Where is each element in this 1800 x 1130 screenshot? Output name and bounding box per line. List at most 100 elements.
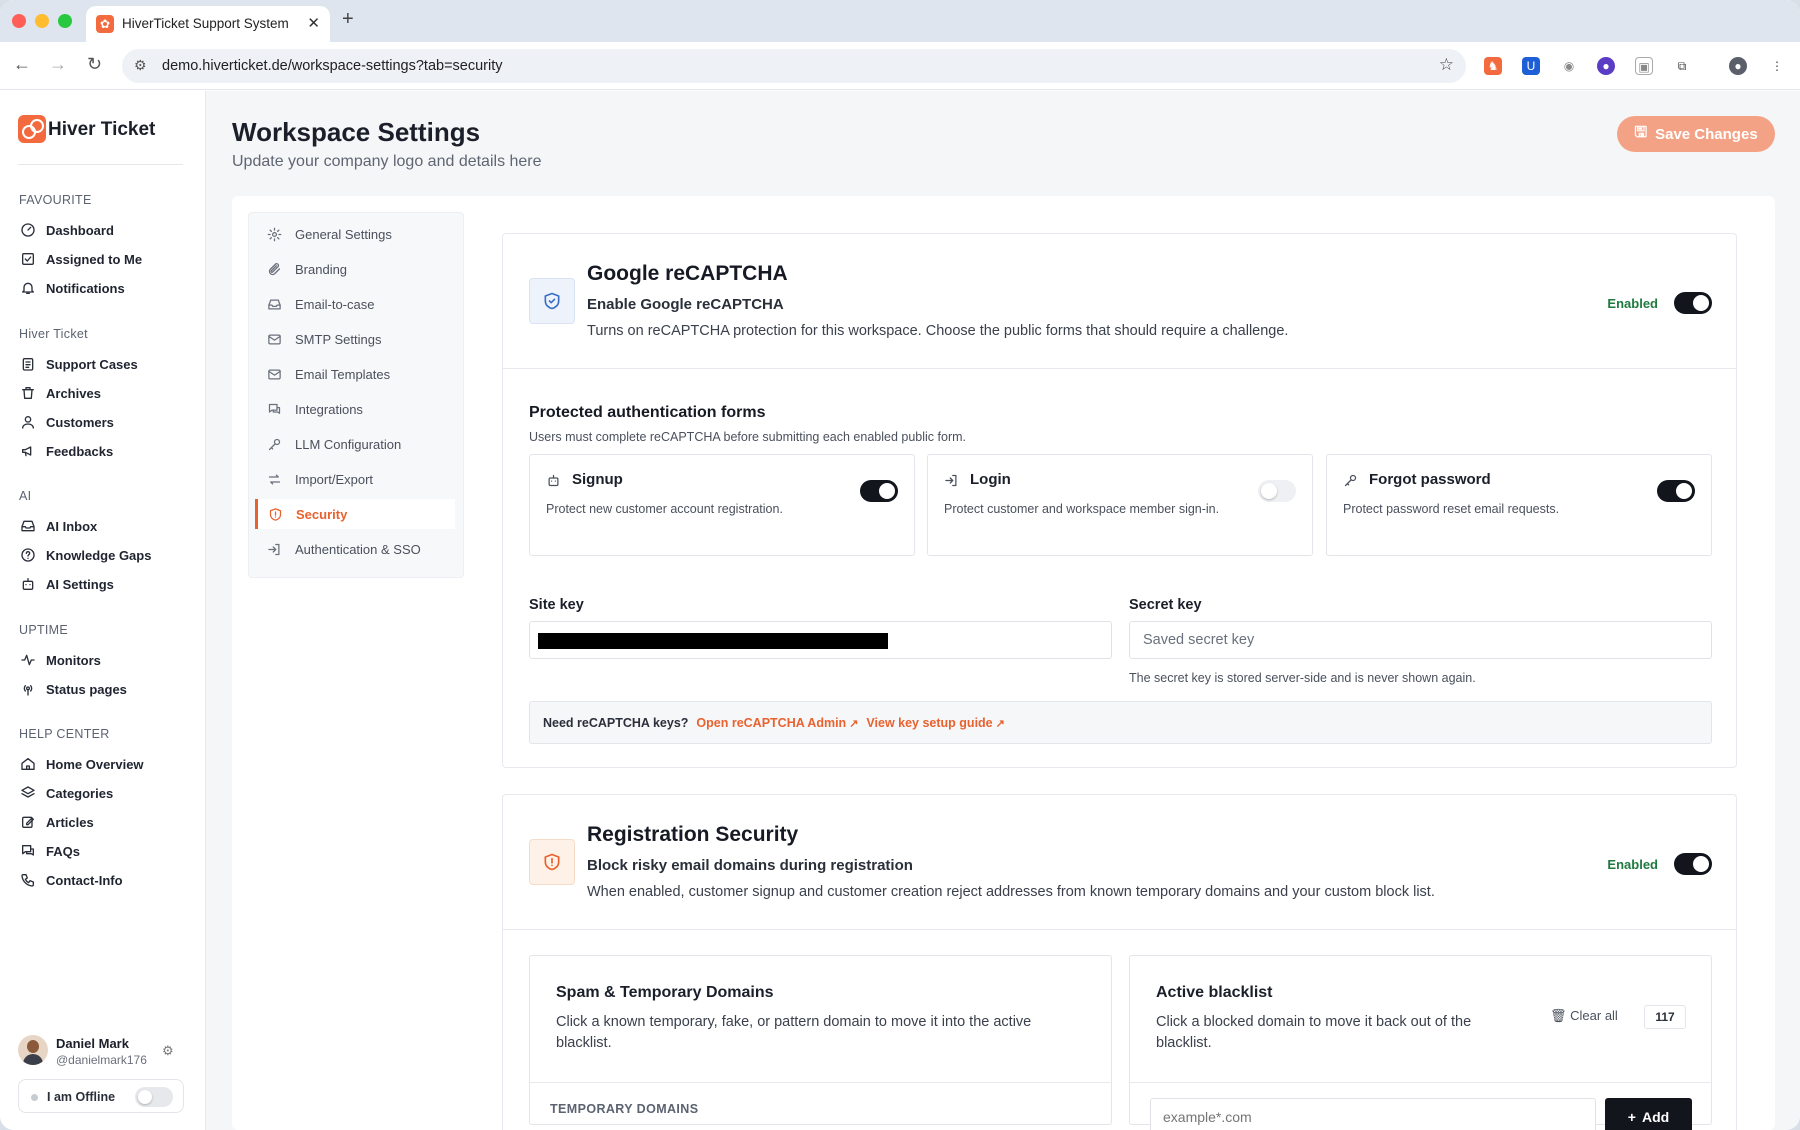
sidebar-item-dashboard[interactable]: Dashboard xyxy=(19,219,114,241)
sidebar-item-feedbacks[interactable]: Feedbacks xyxy=(19,440,113,462)
settings-menu-llm[interactable]: LLM Configuration xyxy=(257,429,457,459)
inbox-icon xyxy=(267,297,283,312)
open-recaptcha-admin-link[interactable]: Open reCAPTCHA Admin ↗ xyxy=(696,716,858,730)
bookmark-star-icon[interactable]: ☆ xyxy=(1439,55,1454,75)
settings-menu-email-templates[interactable]: Email Templates xyxy=(257,359,457,389)
megaphone-icon xyxy=(19,443,36,460)
sidebar-item-label: Dashboard xyxy=(46,222,114,238)
extension-circle-icon[interactable]: ● xyxy=(1597,57,1615,75)
site-settings-icon[interactable]: ⚙ xyxy=(134,57,147,74)
profile-avatar-icon[interactable]: ● xyxy=(1729,57,1747,75)
browser-tab[interactable]: ✿ HiverTicket Support System ✕ xyxy=(86,6,330,42)
trash-icon xyxy=(19,385,36,402)
status-label: I am Offline xyxy=(47,1090,116,1104)
login-toggle[interactable] xyxy=(1258,480,1296,502)
close-tab-icon[interactable]: ✕ xyxy=(307,14,320,32)
settings-menu-smtp[interactable]: SMTP Settings xyxy=(257,324,457,354)
activity-icon xyxy=(19,652,36,669)
section-title-ai: AI xyxy=(19,489,32,503)
clipboard-icon xyxy=(19,356,36,373)
registration-toggle[interactable] xyxy=(1674,853,1712,875)
reload-icon[interactable]: ↻ xyxy=(87,54,102,75)
swap-icon xyxy=(267,472,283,487)
shield-check-icon xyxy=(529,278,575,324)
sidebar-item-home-overview[interactable]: Home Overview xyxy=(19,753,144,775)
view-key-setup-guide-link[interactable]: View key setup guide ↗ xyxy=(866,716,1004,730)
form-card-description: Protect new customer account registratio… xyxy=(546,502,783,516)
logo-text: Hiver Ticket xyxy=(48,119,156,140)
spam-domains-description: Click a known temporary, fake, or patter… xyxy=(556,1014,1032,1051)
close-window-button[interactable] xyxy=(12,14,26,28)
signup-toggle[interactable] xyxy=(860,480,898,502)
sidebar-item-categories[interactable]: Categories xyxy=(19,782,113,804)
extension-fox-icon[interactable]: ♞ xyxy=(1484,57,1502,75)
browser-menu-icon[interactable]: ⋮ xyxy=(1768,57,1786,75)
menu-label: Email-to-case xyxy=(295,296,375,312)
registration-subtitle: Block risky email domains during registr… xyxy=(587,857,913,874)
avatar[interactable] xyxy=(18,1035,48,1065)
recaptcha-toggle[interactable] xyxy=(1674,292,1712,314)
sidebar-item-notifications[interactable]: Notifications xyxy=(19,277,125,299)
secret-key-hint: The secret key is stored server-side and… xyxy=(1129,671,1476,685)
dashboard-icon xyxy=(19,222,36,239)
active-blacklist-card: Active blacklist Click a blocked domain … xyxy=(1129,955,1712,1130)
sidebar-item-label: Customers xyxy=(46,414,114,430)
extension-square-icon[interactable]: ▣ xyxy=(1635,57,1653,75)
address-bar[interactable]: ⚙ demo.hiverticket.de/workspace-settings… xyxy=(122,49,1466,83)
site-key-field[interactable] xyxy=(529,621,1112,659)
extensions-puzzle-icon[interactable]: ⧉ xyxy=(1673,57,1691,75)
protected-forms-heading: Protected authentication forms xyxy=(529,404,766,421)
settings-menu-import-export[interactable]: Import/Export xyxy=(257,464,457,494)
maximize-window-button[interactable] xyxy=(58,14,72,28)
minimize-window-button[interactable] xyxy=(35,14,49,28)
back-icon[interactable]: ← xyxy=(13,54,31,75)
sidebar-item-customers[interactable]: Customers xyxy=(19,411,114,433)
new-tab-icon[interactable]: + xyxy=(342,8,354,31)
user-settings-icon[interactable]: ⚙ xyxy=(162,1043,174,1059)
link-label: View key setup guide xyxy=(866,715,993,730)
sidebar-item-archives[interactable]: Archives xyxy=(19,382,101,404)
settings-menu-security[interactable]: Security xyxy=(255,499,455,529)
divider xyxy=(1130,1082,1711,1083)
inbox-icon xyxy=(19,518,36,535)
form-card-title: Forgot password xyxy=(1369,471,1491,488)
settings-menu-email-to-case[interactable]: Email-to-case xyxy=(257,289,457,319)
section-title-help-center: HELP CENTER xyxy=(19,727,110,741)
secret-key-field[interactable] xyxy=(1129,621,1712,659)
extension-camera-icon[interactable]: ◉ xyxy=(1560,57,1578,75)
save-changes-button[interactable]: 🖫 Save Changes xyxy=(1617,116,1775,152)
section-title-uptime: UPTIME xyxy=(19,623,69,637)
user-name: Daniel Mark xyxy=(56,1036,129,1051)
extension-shield-icon[interactable]: U xyxy=(1522,57,1540,75)
sidebar-item-articles[interactable]: Articles xyxy=(19,811,94,833)
settings-menu-general[interactable]: General Settings xyxy=(257,219,457,249)
forgot-password-toggle[interactable] xyxy=(1657,480,1695,502)
settings-menu-integrations[interactable]: Integrations xyxy=(257,394,457,424)
availability-toggle[interactable] xyxy=(135,1087,173,1107)
sidebar-item-ai-inbox[interactable]: AI Inbox xyxy=(19,515,97,537)
add-domain-button[interactable]: + Add xyxy=(1605,1098,1692,1130)
clear-all-button[interactable]: 🗑 Clear all xyxy=(1550,1008,1618,1024)
settings-menu-branding[interactable]: Branding xyxy=(257,254,457,284)
secret-key-label: Secret key xyxy=(1129,597,1202,613)
form-card-title: Signup xyxy=(572,471,623,488)
sidebar-item-status-pages[interactable]: Status pages xyxy=(19,678,127,700)
clear-all-label: Clear all xyxy=(1570,1008,1618,1023)
settings-menu-auth-sso[interactable]: Authentication & SSO xyxy=(257,534,457,564)
recaptcha-subtitle: Enable Google reCAPTCHA xyxy=(587,296,784,313)
sidebar-item-monitors[interactable]: Monitors xyxy=(19,649,101,671)
sidebar-item-faqs[interactable]: FAQs xyxy=(19,840,80,862)
recaptcha-description: Turns on reCAPTCHA protection for this w… xyxy=(587,323,1289,339)
sidebar-item-ai-settings[interactable]: AI Settings xyxy=(19,573,114,595)
question-icon xyxy=(19,547,36,564)
phone-icon xyxy=(19,872,36,889)
sidebar-item-contact-info[interactable]: Contact-Info xyxy=(19,869,123,891)
favicon-icon: ✿ xyxy=(96,15,114,33)
sidebar-item-assigned-to-me[interactable]: Assigned to Me xyxy=(19,248,142,270)
forward-icon[interactable]: → xyxy=(49,54,67,75)
blacklist-domain-input[interactable] xyxy=(1150,1098,1596,1130)
sidebar-item-label: Home Overview xyxy=(46,756,144,772)
availability-status: I am Offline xyxy=(18,1079,184,1113)
sidebar-item-knowledge-gaps[interactable]: Knowledge Gaps xyxy=(19,544,151,566)
sidebar-item-support-cases[interactable]: Support Cases xyxy=(19,353,138,375)
